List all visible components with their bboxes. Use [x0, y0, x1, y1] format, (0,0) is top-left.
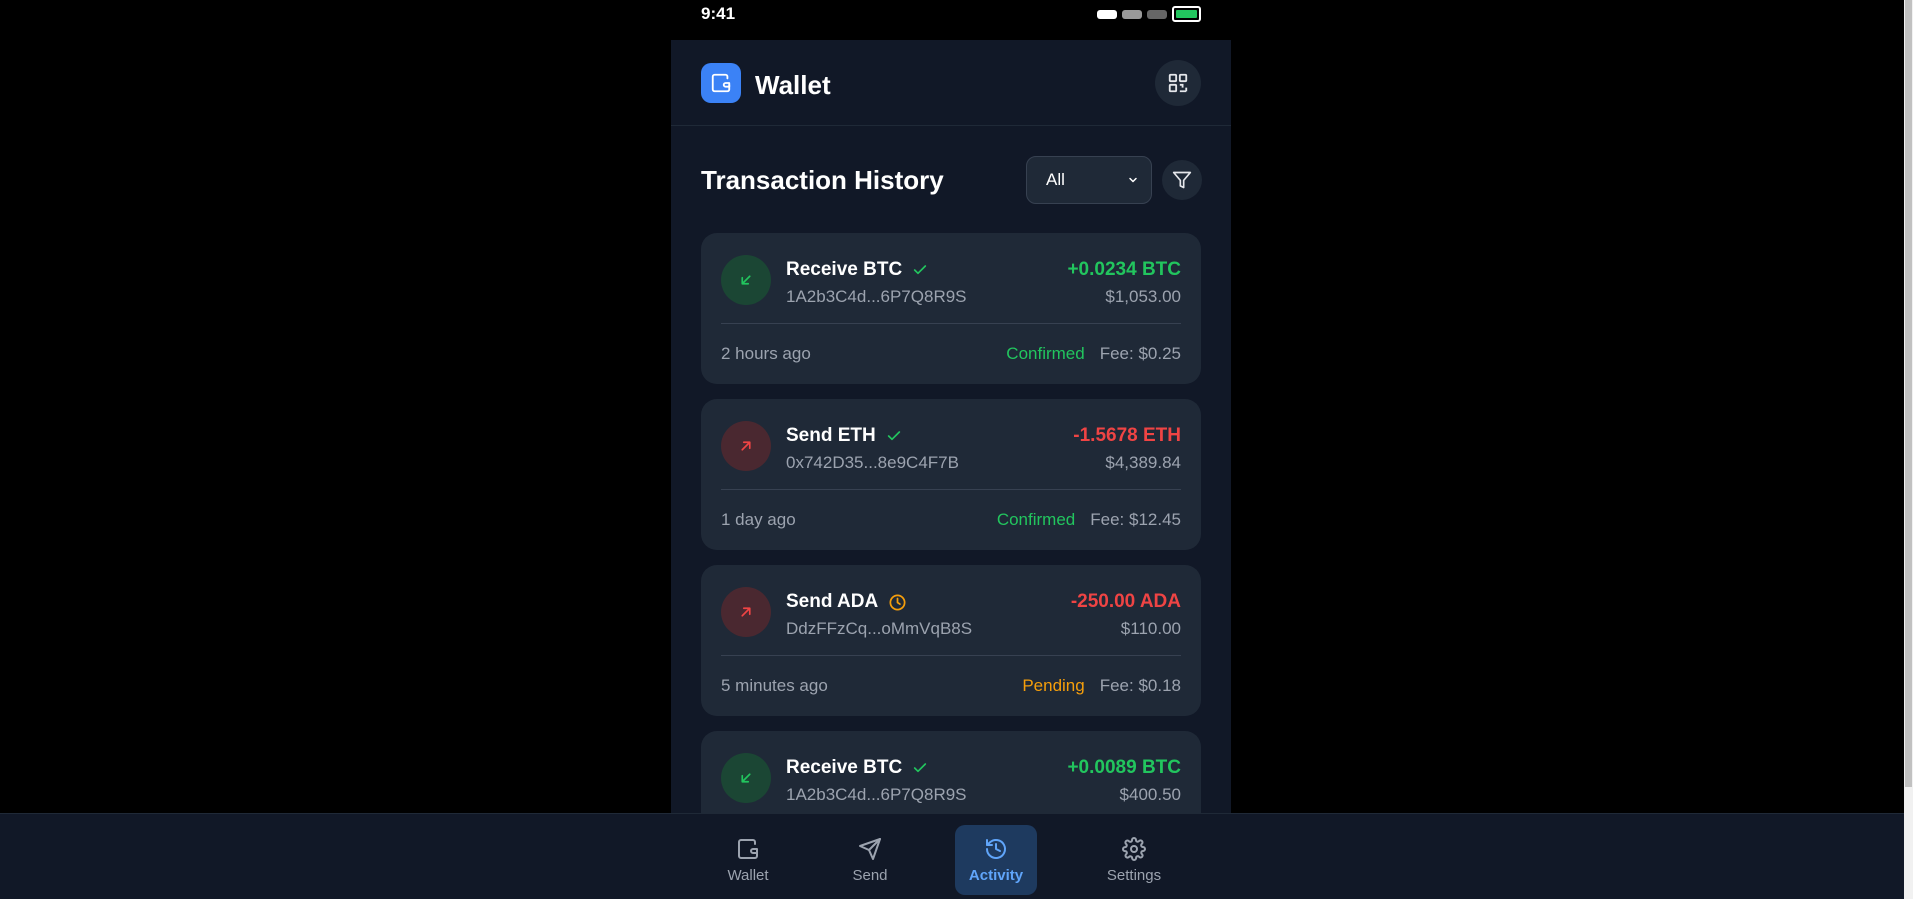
nav-wallet[interactable]: Wallet	[707, 825, 789, 895]
transaction-address: 1A2b3C4d...6P7Q8R9S	[786, 287, 967, 306]
transaction-type-label: Send ADA	[786, 591, 879, 612]
transaction-type: Send ETH	[786, 425, 902, 447]
status-time: 9:41	[701, 4, 736, 23]
check-icon	[914, 763, 927, 773]
scrollbar-thumb[interactable]	[1905, 0, 1912, 787]
nav-label: Activity	[968, 866, 1024, 884]
transaction-type-label: Receive BTC	[786, 259, 903, 280]
transaction-meta: Confirmed Fee: $0.25	[1006, 344, 1181, 364]
transaction-usd-value: $110.00	[1120, 619, 1181, 638]
transaction-card[interactable]: Send ETH 0x742D35...8e9C4F7B -1.5678 ETH…	[701, 399, 1201, 550]
status-bar: 9:41	[671, 0, 1231, 28]
status-indicators	[1097, 6, 1201, 22]
receive-arrow-icon	[721, 255, 771, 305]
receive-arrow-icon	[721, 753, 771, 803]
transaction-address: 1A2b3C4d...6P7Q8R9S	[786, 785, 967, 804]
transaction-fee: Fee: $12.45	[1090, 510, 1181, 529]
send-icon	[859, 837, 881, 860]
transaction-meta: Pending Fee: $0.18	[1022, 676, 1181, 696]
section-title: Transaction History	[701, 165, 944, 195]
transaction-card[interactable]: Send ADA DdzFFzCq...oMmVqB8S -250.00 ADA…	[701, 565, 1201, 716]
transaction-type: Receive BTC	[786, 259, 928, 281]
app-frame: Wallet Transaction History All Receive B…	[671, 40, 1231, 813]
transaction-list: Receive BTC 1A2b3C4d...6P7Q8R9S +0.0234 …	[701, 233, 1201, 813]
transaction-card[interactable]: Receive BTC 1A2b3C4d...6P7Q8R9S +0.0089 …	[701, 731, 1201, 813]
divider	[721, 489, 1181, 490]
app-title: Wallet	[755, 70, 831, 100]
nav-label: Settings	[1106, 866, 1162, 884]
divider	[721, 323, 1181, 324]
nav-activity[interactable]: Activity	[955, 825, 1037, 895]
divider	[721, 655, 1181, 656]
transaction-type-label: Receive BTC	[786, 757, 903, 778]
qr-code-icon	[1168, 73, 1188, 93]
transaction-amount: -250.00 ADA	[1070, 591, 1181, 612]
location-icon	[1147, 9, 1167, 19]
filter-button[interactable]	[1162, 160, 1202, 200]
status-badge: Pending	[1022, 676, 1085, 695]
gear-icon	[1122, 836, 1146, 861]
clock-icon	[889, 594, 906, 610]
filter-icon	[1172, 171, 1192, 189]
transaction-amount: -1.5678 ETH	[1073, 425, 1181, 446]
transaction-usd-value: $400.50	[1119, 785, 1181, 804]
check-icon	[887, 431, 900, 441]
transaction-address: 0x742D35...8e9C4F7B	[786, 453, 959, 472]
nav-items: Wallet Send Activity Settings	[707, 825, 1219, 895]
wifi-icon	[1122, 9, 1142, 19]
nav-label: Send	[852, 866, 888, 884]
transaction-time: 1 day ago	[721, 510, 796, 529]
transaction-time: 5 minutes ago	[721, 676, 828, 695]
transaction-fee: Fee: $0.25	[1099, 344, 1181, 363]
nav-label: Wallet	[727, 866, 769, 884]
signal-icon	[1097, 9, 1117, 19]
wallet-icon	[701, 63, 741, 103]
transaction-type: Send ADA	[786, 591, 907, 613]
transaction-amount: +0.0089 BTC	[1067, 757, 1181, 778]
status-badge: Confirmed	[996, 510, 1076, 529]
app-header: Wallet	[671, 40, 1231, 126]
history-icon	[986, 838, 1006, 859]
transaction-amount: +0.0234 BTC	[1067, 259, 1181, 280]
bottom-nav: Wallet Send Activity Settings	[0, 813, 1904, 899]
transaction-card[interactable]: Receive BTC 1A2b3C4d...6P7Q8R9S +0.0234 …	[701, 233, 1201, 384]
qr-code-button[interactable]	[1155, 60, 1201, 106]
transaction-type-label: Send ETH	[786, 425, 876, 446]
check-icon	[914, 265, 927, 275]
nav-settings[interactable]: Settings	[1093, 825, 1175, 895]
battery-icon	[1172, 6, 1201, 22]
transaction-meta: Confirmed Fee: $12.45	[997, 510, 1181, 530]
viewport: 9:41 Wallet Transaction History All Rece…	[0, 0, 1913, 899]
wallet-icon	[738, 838, 758, 859]
chevron-down-icon	[1129, 177, 1137, 183]
transaction-usd-value: $1,053.00	[1105, 287, 1181, 306]
type-filter-value: All	[1046, 170, 1065, 189]
scrollbar[interactable]	[1904, 0, 1913, 899]
transaction-type: Receive BTC	[786, 757, 928, 779]
nav-send[interactable]: Send	[829, 825, 911, 895]
transaction-history-header: Transaction History All	[701, 156, 1202, 204]
transaction-time: 2 hours ago	[721, 344, 811, 363]
send-arrow-icon	[721, 421, 771, 471]
transaction-address: DdzFFzCq...oMmVqB8S	[786, 619, 973, 638]
transaction-fee: Fee: $0.18	[1099, 676, 1181, 695]
send-arrow-icon	[721, 587, 771, 637]
type-filter-select[interactable]: All	[1026, 156, 1152, 204]
transaction-usd-value: $4,389.84	[1105, 453, 1181, 472]
status-badge: Confirmed	[1006, 344, 1085, 363]
